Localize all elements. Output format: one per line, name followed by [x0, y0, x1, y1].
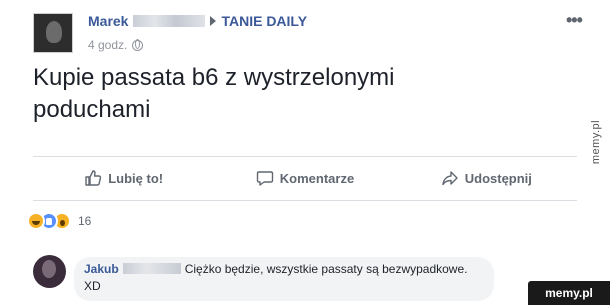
comment-icon: [256, 171, 273, 186]
watermark-corner[interactable]: memy.pl: [528, 281, 610, 305]
action-bar: Lubię to! Komentarze Udostępnij: [33, 164, 577, 192]
comment-label: Komentarze: [279, 170, 355, 186]
author-avatar[interactable]: [33, 13, 73, 53]
divider: [33, 156, 577, 157]
watermark-side: memy.pl: [582, 107, 610, 177]
group-name[interactable]: TANIE DAILY: [221, 13, 307, 29]
watermark-side-text: memy.pl: [590, 119, 602, 165]
commenter-avatar[interactable]: [33, 255, 66, 288]
comment-button[interactable]: Komentarze: [214, 164, 395, 192]
author-name[interactable]: Marek: [88, 13, 128, 29]
share-icon: [442, 171, 458, 186]
like-button[interactable]: Lubię to!: [33, 164, 214, 192]
divider: [33, 200, 577, 201]
haha-reaction-icon: [27, 212, 45, 230]
commenter-name[interactable]: Jakub: [84, 262, 119, 276]
share-button[interactable]: Udostępnij: [396, 164, 577, 192]
post-text: Kupie passata b6 z wystrzelonymi poducha…: [33, 64, 395, 123]
reaction-count: 16: [78, 214, 92, 228]
thumbs-up-icon: [85, 170, 102, 186]
blurred-surname: [122, 263, 181, 274]
share-label: Udostępnij: [464, 170, 532, 186]
reactions-summary[interactable]: 16: [27, 212, 91, 230]
post-card: Marek TANIE DAILY 4 godz. ••• Kupie pass…: [0, 0, 610, 305]
comment-bubble: Jakub Ciężko będzie, wszystkie passaty są…: [74, 257, 494, 301]
post-time[interactable]: 4 godz.: [88, 38, 127, 52]
post-header: Marek TANIE DAILY: [88, 13, 307, 29]
post-meta: 4 godz.: [88, 38, 144, 52]
like-label: Lubię to!: [108, 170, 164, 186]
blurred-surname: [133, 15, 206, 27]
globe-icon: [132, 39, 144, 51]
more-icon[interactable]: •••: [566, 10, 583, 31]
arrow-right-icon: [210, 16, 217, 26]
